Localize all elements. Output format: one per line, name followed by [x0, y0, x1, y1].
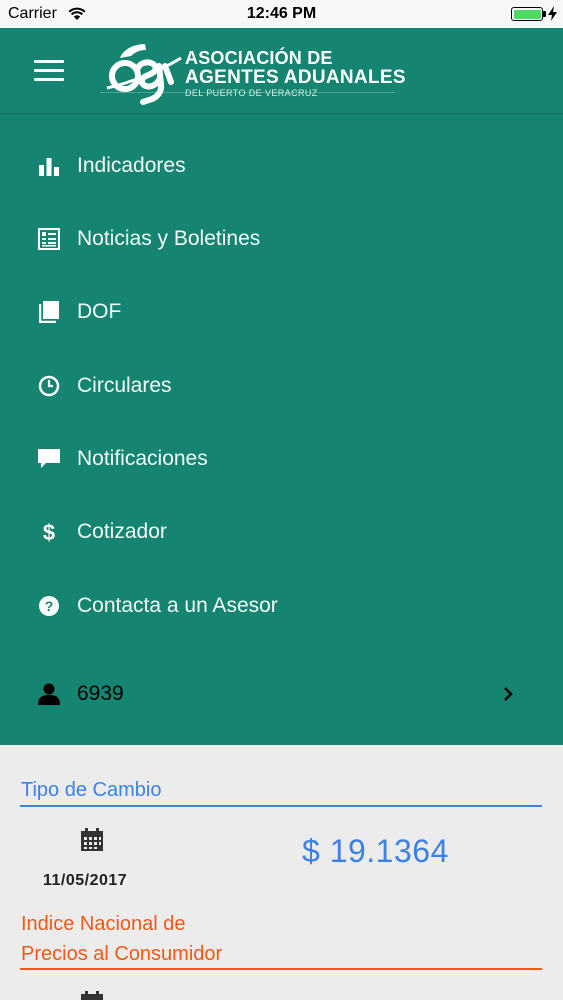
- user-id-label: 6939: [77, 682, 124, 705]
- menu-item-dof[interactable]: DOF: [0, 284, 563, 340]
- newspaper-icon: [37, 227, 61, 251]
- logo-line-3: DEL PUERTO DE VERACRUZ: [185, 88, 318, 98]
- menu-item-label: Indicadores: [77, 154, 186, 177]
- user-icon: [37, 682, 61, 706]
- inpc-title-line1: Indice Nacional de: [21, 913, 186, 935]
- menu-item-notificaciones[interactable]: Notificaciones: [0, 431, 563, 487]
- charging-bolt-icon: [548, 6, 557, 21]
- inpc-title-line2: Precios al Consumidor: [21, 943, 223, 965]
- tipo-cambio-date: 11/05/2017: [43, 872, 128, 889]
- menu-item-circulares[interactable]: Circulares: [0, 358, 563, 414]
- menu-item-label: DOF: [77, 300, 122, 323]
- inpc-divider: [20, 968, 542, 970]
- status-time: 12:46 PM: [246, 5, 317, 22]
- calendar-icon: [81, 991, 103, 1000]
- calendar-icon: [81, 828, 103, 851]
- menu-item-contacta[interactable]: ? Contacta a un Asesor: [0, 578, 563, 634]
- menu-item-label: Cotizador: [77, 520, 167, 543]
- navigation-drawer: ASOCIACIÓN DE AGENTES ADUANALES DEL PUER…: [0, 28, 563, 745]
- menu-item-label: Contacta a un Asesor: [77, 594, 278, 617]
- menu-item-cotizador[interactable]: $ Cotizador: [0, 504, 563, 560]
- logo-line-1: ASOCIACIÓN DE: [185, 48, 333, 68]
- comment-icon: [37, 447, 61, 471]
- bar-chart-icon: [37, 154, 61, 178]
- logo-mark-icon: [106, 44, 182, 105]
- association-logo: ASOCIACIÓN DE AGENTES ADUANALES DEL PUER…: [100, 40, 406, 106]
- menu-item-label: Circulares: [77, 374, 172, 397]
- menu-item-indicadores[interactable]: Indicadores: [0, 138, 563, 194]
- tipo-cambio-divider: [20, 805, 542, 807]
- menu-item-user[interactable]: 6939: [0, 666, 563, 722]
- indicators-content: Tipo de Cambio 11/05/2017 $ 19.1364 Indi…: [0, 745, 563, 1000]
- app-header: ASOCIACIÓN DE AGENTES ADUANALES DEL PUER…: [0, 28, 563, 114]
- menu-item-label: Noticias y Boletines: [77, 227, 261, 250]
- svg-text:?: ?: [45, 598, 54, 614]
- question-circle-icon: ?: [37, 594, 61, 618]
- status-bar: Carrier 12:46 PM: [0, 0, 563, 28]
- menu-item-noticias[interactable]: Noticias y Boletines: [0, 211, 563, 267]
- tipo-cambio-value: $ 19.1364: [302, 833, 449, 869]
- hamburger-icon[interactable]: [34, 60, 64, 82]
- svg-text:$: $: [43, 520, 55, 544]
- clock-icon: [37, 374, 61, 398]
- logo-line-2: AGENTES ADUANALES: [185, 67, 406, 88]
- menu-item-label: Notificaciones: [77, 447, 208, 470]
- tipo-cambio-title: Tipo de Cambio: [21, 779, 162, 801]
- book-icon: [37, 300, 61, 324]
- battery-icon: [511, 7, 543, 21]
- chevron-right-icon: [504, 687, 513, 701]
- dollar-icon: $: [37, 520, 61, 544]
